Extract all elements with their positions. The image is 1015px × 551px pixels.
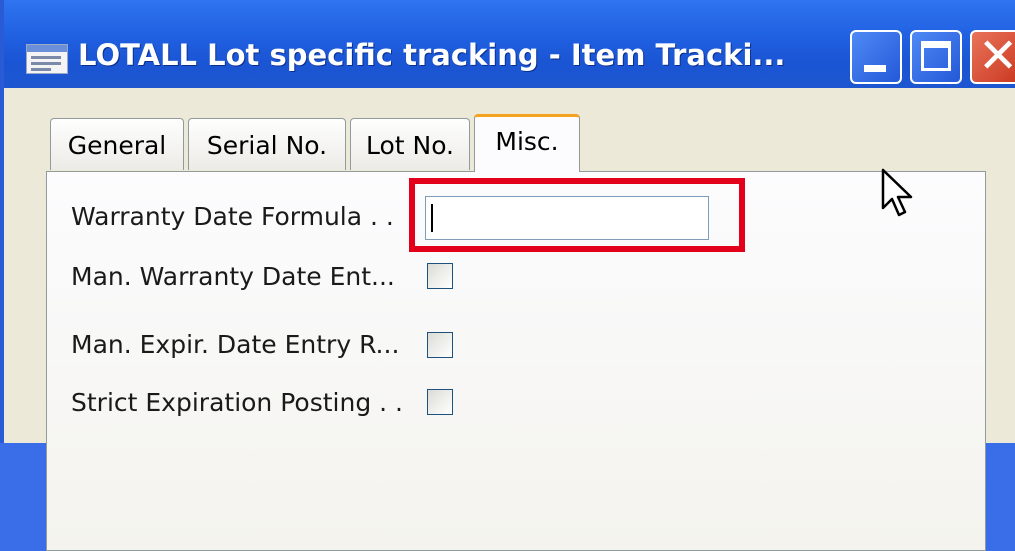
mouse-pointer-icon [881,168,913,217]
man-warranty-date-entry-checkbox[interactable] [427,263,453,289]
highlight-box [409,178,745,252]
close-icon: ✕ [978,28,1015,84]
man-warranty-date-entry-label: Man. Warranty Date Ent... [71,262,395,291]
title-bar[interactable]: LOTALL Lot specific tracking - Item Trac… [4,0,1015,88]
tab-general[interactable]: General [50,118,184,170]
man-expir-date-entry-label: Man. Expir. Date Entry R... [71,330,400,359]
close-button[interactable]: ✕ [970,28,1015,84]
tab-lot-no[interactable]: Lot No. [350,118,470,170]
maximize-button[interactable] [910,30,962,84]
tab-misc[interactable]: Misc. [474,114,580,172]
minimize-button[interactable] [850,30,902,84]
maximize-icon [921,41,951,71]
window-title: LOTALL Lot specific tracking - Item Trac… [78,38,786,72]
window-client-area: General Serial No. Lot No. Misc. Warrant… [8,88,1015,551]
man-expir-date-entry-checkbox[interactable] [427,332,453,358]
form-icon [26,44,68,74]
strict-expiration-posting-label: Strict Expiration Posting . . [71,388,403,417]
minimize-icon [864,65,886,72]
tab-serial-no[interactable]: Serial No. [188,118,346,170]
strict-expiration-posting-checkbox[interactable] [427,389,453,415]
warranty-date-formula-label: Warranty Date Formula . . [71,202,394,231]
item-tracking-window: LOTALL Lot specific tracking - Item Trac… [0,0,1015,551]
